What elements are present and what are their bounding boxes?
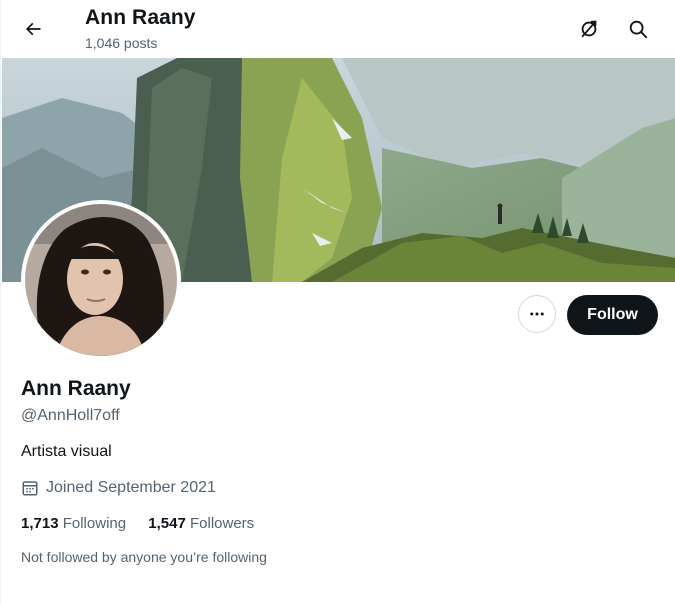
calendar-icon xyxy=(22,481,38,496)
following-count: 1,713 xyxy=(21,515,59,532)
follow-stats: 1,713 Following 1,547 Followers xyxy=(21,515,272,532)
timeline-off-button[interactable] xyxy=(571,11,607,47)
avatar-photo xyxy=(25,204,177,356)
joined-text: Joined September 2021 xyxy=(46,479,216,496)
header-title: Ann Raany xyxy=(85,6,196,29)
search-icon xyxy=(629,20,648,39)
profile-bio: Artista visual xyxy=(21,443,112,460)
back-button[interactable] xyxy=(15,11,51,47)
timeline-off-icon xyxy=(581,20,597,38)
followers-link[interactable]: 1,547 Followers xyxy=(148,515,254,532)
following-label: Following xyxy=(62,515,127,532)
profile-name: Ann Raany xyxy=(21,377,131,400)
back-arrow-icon xyxy=(25,22,41,36)
posts-count: 1,046 posts xyxy=(85,35,158,51)
follow-button[interactable]: Follow xyxy=(567,295,658,335)
search-button[interactable] xyxy=(620,11,656,47)
following-link[interactable]: 1,713 Following xyxy=(21,515,126,532)
more-options-button[interactable] xyxy=(518,295,556,333)
profile-avatar[interactable] xyxy=(21,200,181,360)
top-bar: Ann Raany 1,046 posts xyxy=(1,0,675,58)
joined-date: Joined September 2021 xyxy=(21,479,216,497)
more-dots-icon xyxy=(530,312,544,316)
followers-label: Followers xyxy=(189,515,255,532)
profile-handle: @AnnHoll7off xyxy=(21,407,120,424)
profile-page: Ann Raany 1,046 posts Follow Ann Raany @… xyxy=(0,0,675,605)
followers-count: 1,547 xyxy=(148,515,186,532)
not-followed-note: Not followed by anyone you’re following xyxy=(21,549,267,565)
